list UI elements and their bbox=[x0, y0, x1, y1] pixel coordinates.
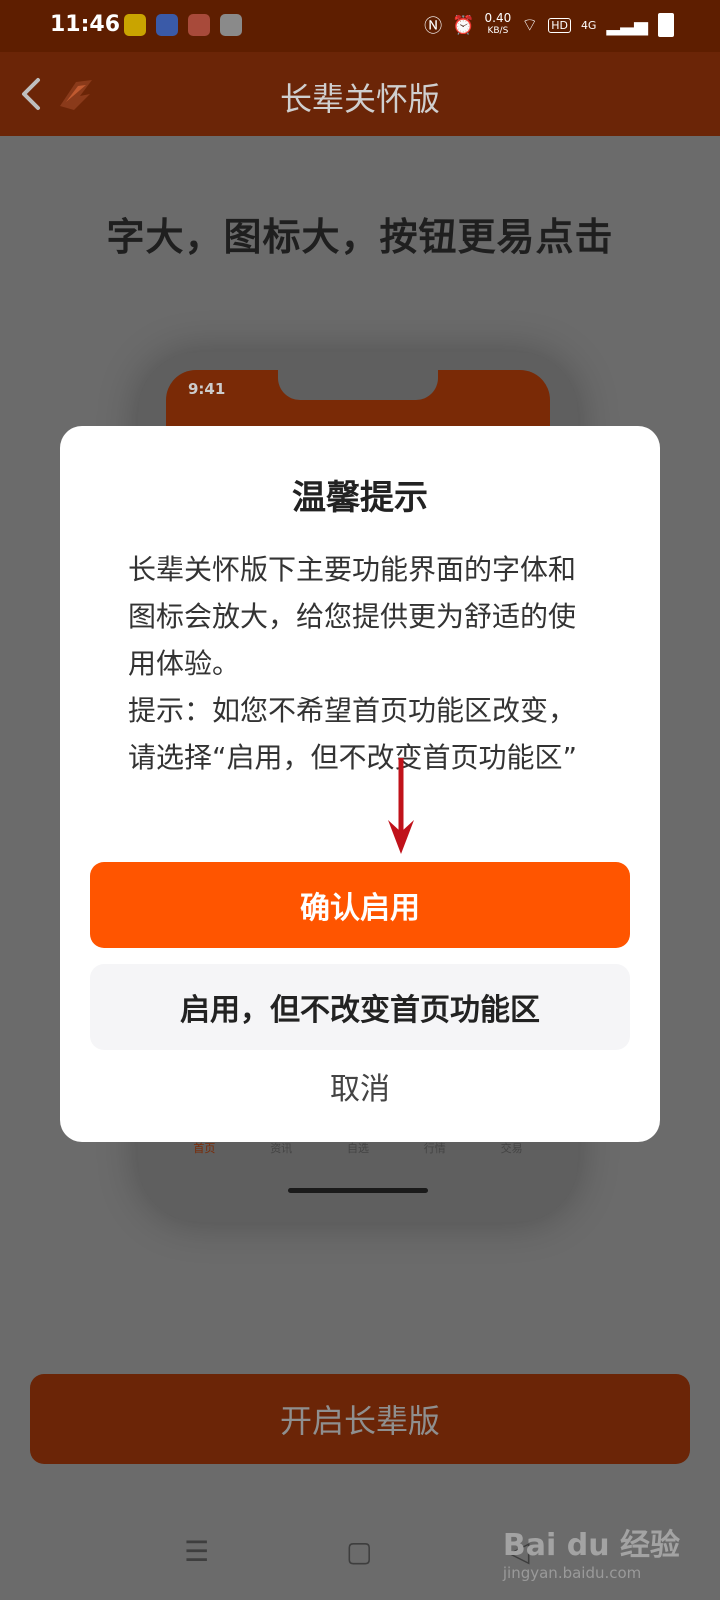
dialog-body-hint: 提示：如您不希望首页功能区改变，请选择“启用，但不改变首页功能区” bbox=[128, 694, 578, 774]
cancel-button[interactable]: 取消 bbox=[60, 1066, 660, 1114]
signal-icon: ▂▃▅ bbox=[606, 14, 648, 36]
down-arrow-annotation-icon bbox=[388, 758, 414, 854]
alarm-icon: ⏰ bbox=[452, 14, 475, 36]
preview-tab-label: 自选 bbox=[346, 1142, 369, 1155]
status-icons: Ⓝ ⏰ 0.40 KB/S ⌔ HD 4G ▂▃▅ bbox=[424, 12, 674, 38]
enable-keep-home-button[interactable]: 启用，但不改变首页功能区 bbox=[90, 964, 630, 1050]
notification-icons bbox=[124, 14, 242, 36]
dialog-title: 温馨提示 bbox=[292, 478, 428, 518]
preview-tab-label: 资讯 bbox=[270, 1142, 293, 1155]
preview-tab-label: 行情 bbox=[423, 1142, 446, 1155]
nfc-icon: Ⓝ bbox=[424, 16, 443, 37]
status-bar: 11:46 Ⓝ ⏰ 0.40 KB/S ⌔ HD 4G ▂▃▅ bbox=[0, 0, 720, 52]
feature-headline: 字大，图标大，按钮更易点击 bbox=[106, 215, 614, 259]
signal-label: 4G bbox=[580, 18, 597, 32]
watermark-url: jingyan.baidu.com bbox=[502, 1564, 642, 1582]
preview-time: 9:41 bbox=[188, 380, 226, 398]
home-square-icon[interactable]: ▢ bbox=[346, 1535, 372, 1568]
preview-header: 9:41 bbox=[166, 370, 550, 430]
menu-icon[interactable]: ☰ bbox=[184, 1535, 209, 1568]
app-notification-icon bbox=[188, 14, 210, 36]
net-speed-value: 0.40 bbox=[484, 11, 512, 25]
preview-notch bbox=[278, 370, 438, 400]
wifi-icon: ⌔ bbox=[521, 14, 539, 36]
watermark: Bai du 经验 jingyan.baidu.com bbox=[503, 1520, 680, 1582]
watermark-brand: Bai du 经验 bbox=[502, 1528, 680, 1563]
net-speed-unit: KB/S bbox=[487, 26, 509, 36]
confirm-enable-button[interactable]: 确认启用 bbox=[90, 862, 630, 948]
app-bar: 长辈关怀版 bbox=[0, 52, 720, 136]
app-notification-icon bbox=[156, 14, 178, 36]
preview-home-indicator bbox=[288, 1188, 428, 1193]
app-notification-icon bbox=[220, 14, 242, 36]
enable-elder-mode-button[interactable]: 开启长辈版 bbox=[30, 1374, 690, 1464]
page-title: 长辈关怀版 bbox=[279, 80, 440, 118]
preview-tab-label: 首页 bbox=[193, 1142, 216, 1155]
app-notification-icon bbox=[124, 14, 146, 36]
tip-dialog: 温馨提示 长辈关怀版下主要功能界面的字体和图标会放大，给您提供更为舒适的使用体验… bbox=[60, 426, 660, 1142]
hd-badge: HD bbox=[548, 17, 571, 33]
dialog-body-paragraph: 长辈关怀版下主要功能界面的字体和图标会放大，给您提供更为舒适的使用体验。 bbox=[128, 553, 577, 680]
dialog-body: 长辈关怀版下主要功能界面的字体和图标会放大，给您提供更为舒适的使用体验。 提示：… bbox=[128, 546, 598, 781]
status-time: 11:46 bbox=[50, 12, 121, 37]
preview-tab-label: 交易 bbox=[500, 1142, 523, 1155]
net-speed: 0.40 KB/S bbox=[484, 11, 512, 37]
battery-icon bbox=[658, 13, 674, 37]
